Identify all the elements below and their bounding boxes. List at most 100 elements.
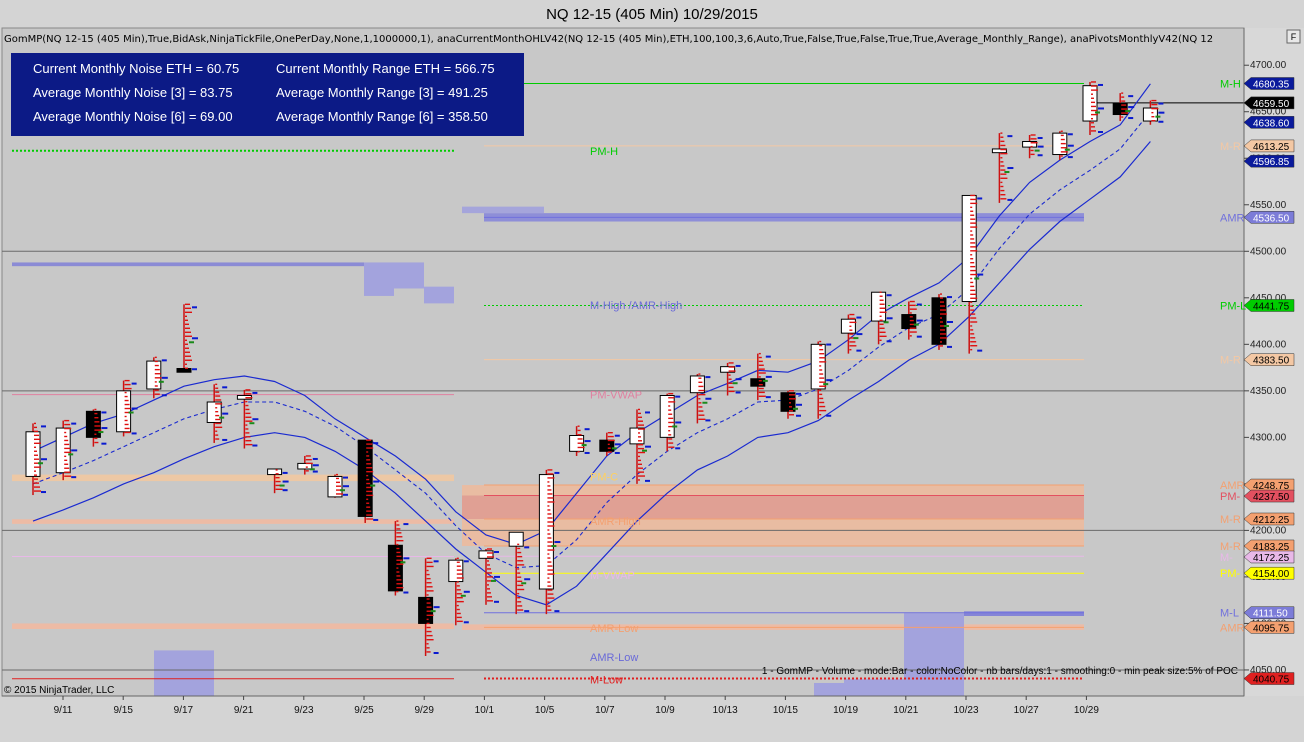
level-mid-label: M-High /AMR-High (590, 300, 682, 312)
level-right-label: M- (1220, 552, 1233, 564)
x-tick-label: 10/7 (595, 705, 615, 716)
level-badge-text: 4237.50 (1253, 492, 1290, 503)
x-tick-label: 9/21 (234, 705, 254, 716)
level-badge-text: 4596.85 (1253, 157, 1290, 168)
level-badge-text: 4638.60 (1253, 118, 1290, 129)
level-badge-text: 4536.50 (1253, 213, 1290, 224)
level-badge: 4040.75 (1243, 672, 1295, 686)
chart-title: NQ 12-15 (405 Min) 10/29/2015 (546, 6, 758, 23)
level-badge: 4536.50 (1243, 211, 1295, 224)
level-badge: 4237.50 (1243, 489, 1295, 503)
price-chart[interactable]: PM-H M-High /AMR-High PM-VWAP PM-C AMR-High M… (0, 0, 1304, 742)
x-tick-label: 10/9 (655, 705, 675, 716)
zone-sep-step2 (394, 262, 424, 289)
x-tick-label: 10/23 (953, 705, 978, 716)
level-right-label: M-H (1220, 78, 1241, 90)
candle-body (1082, 85, 1098, 122)
zone-sep-amr (12, 474, 454, 482)
level-mid-label: M-VWAP (590, 570, 635, 582)
level-badge-text: 4154.00 (1253, 569, 1290, 580)
stat-avg-range-6: Average Monthly Range [6] = 358.50 (276, 109, 488, 124)
y-tick-label: 4350.00 (1250, 386, 1287, 397)
candle-body (840, 318, 856, 334)
level-mid-label: AMR-Low (590, 623, 638, 635)
stat-avg-range-3: Average Monthly Range [3] = 491.25 (276, 85, 488, 100)
stat-current-noise: Current Monthly Noise ETH = 60.75 (33, 61, 239, 76)
level-badge: 4172.25 (1243, 550, 1295, 564)
level-badge-text: 4040.75 (1253, 675, 1290, 686)
stat-avg-noise-6: Average Monthly Noise [6] = 69.00 (33, 109, 233, 124)
zone-sep-amr-top (12, 262, 364, 267)
level-mid-label: PM-H (590, 146, 618, 158)
candle-body (25, 431, 41, 477)
candle-body (357, 439, 373, 517)
candle-body (901, 314, 917, 330)
level-badge: 4095.75 (1243, 621, 1295, 634)
candle-body (116, 390, 132, 433)
stat-current-range: Current Monthly Range ETH = 566.75 (276, 61, 495, 76)
candle-body (961, 194, 977, 303)
level-right-label: AMR (1220, 622, 1245, 634)
level-badge-text: 4172.25 (1253, 553, 1290, 564)
corner-button[interactable]: F (1286, 29, 1301, 44)
level-badge: 4111.50 (1243, 606, 1295, 620)
level-badge: 4680.35 (1243, 77, 1295, 90)
level-badge: 4154.00 (1243, 566, 1295, 580)
x-tick-label: 9/29 (414, 705, 434, 716)
indicator-description: GomMP(NQ 12-15 (405 Min),True,BidAsk,Nin… (4, 34, 1213, 45)
candle-body (871, 291, 887, 322)
x-tick-label: 10/19 (833, 705, 858, 716)
gom-settings-note: 1 - GomMP - Volume - mode:Bar - color:No… (762, 666, 1238, 677)
y-tick-label: 4550.00 (1250, 200, 1287, 211)
copyright: © 2015 NinjaTrader, LLC (4, 685, 114, 696)
candle-body (176, 368, 192, 373)
x-tick-label: 9/11 (54, 705, 73, 716)
level-right-label: AMR (1220, 212, 1245, 224)
candle-body (1142, 107, 1158, 122)
level-badge: 4596.85 (1243, 154, 1295, 168)
level-badge: 4613.25 (1243, 139, 1295, 153)
x-tick-label: 10/15 (773, 705, 798, 716)
x-tick-label: 10/1 (475, 705, 495, 716)
x-tick-label: 9/15 (113, 705, 133, 716)
candle-body (55, 427, 71, 474)
level-badge-text: 4613.25 (1253, 142, 1290, 153)
level-badge: 4638.60 (1243, 116, 1295, 129)
candle-body (538, 474, 554, 590)
level-right-label: PM- (1220, 491, 1241, 503)
candle-body (85, 410, 101, 438)
level-badge-text: 4383.50 (1253, 356, 1290, 367)
x-tick-label: 10/5 (535, 705, 555, 716)
candle-body (508, 531, 524, 547)
level-right-label: M-R (1220, 141, 1241, 153)
zone-oct-ml (964, 611, 1084, 616)
level-badge: 4383.50 (1243, 353, 1295, 367)
level-mid-label: PM-C (590, 471, 618, 483)
svg-text:F: F (1291, 32, 1297, 42)
level-badge: 4659.50 (1243, 96, 1295, 110)
zone-sep-low-block (154, 650, 214, 696)
level-right-label: M-R (1220, 514, 1241, 526)
level-badge-text: 4095.75 (1253, 623, 1290, 634)
level-badge-text: 4659.50 (1253, 99, 1290, 110)
y-tick-label: 4700.00 (1250, 60, 1287, 71)
zone-oct-low-step2 (814, 682, 844, 696)
zone-pivot-band (462, 495, 1084, 519)
zone-sep-amr-low (12, 519, 454, 524)
candle-body (267, 468, 283, 476)
zone-oct-low-step (844, 679, 904, 696)
candle-body (418, 596, 434, 624)
level-mid-label: M-Low (590, 674, 623, 686)
x-tick-label: 9/25 (354, 705, 374, 716)
candle-body (629, 427, 645, 445)
x-tick-label: 10/29 (1074, 705, 1099, 716)
level-badge-text: 4680.35 (1253, 79, 1290, 90)
zone-oct-amr-step (462, 206, 544, 214)
x-tick-label: 10/13 (713, 705, 738, 716)
level-badge-text: 4212.25 (1253, 515, 1290, 526)
level-right-label: M-L (1220, 608, 1239, 620)
candle-body (297, 462, 313, 470)
level-right-label: PM- (1220, 568, 1241, 580)
zone-sep-step1 (364, 262, 394, 296)
level-badge-text: 4441.75 (1253, 301, 1290, 312)
